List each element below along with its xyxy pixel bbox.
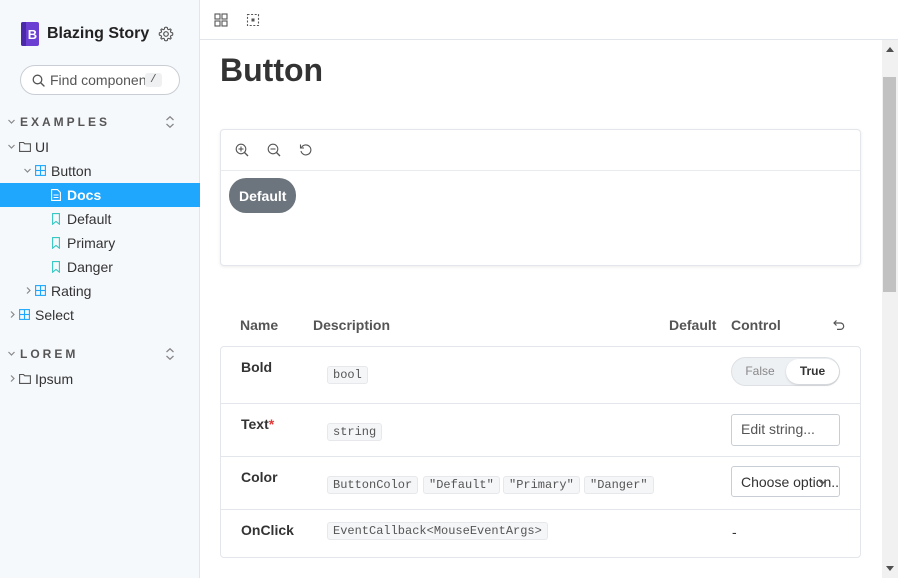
tree-item-button[interactable]: Button xyxy=(0,159,200,183)
search-icon xyxy=(32,74,45,87)
section-label: LOREM xyxy=(20,347,79,361)
prop-name: Color xyxy=(241,469,278,485)
col-header-default: Default xyxy=(669,317,717,333)
chevron-right-icon xyxy=(26,287,31,294)
tree-item-danger[interactable]: Danger xyxy=(0,255,200,279)
folder-icon xyxy=(19,141,31,152)
scroll-down-arrow-icon[interactable] xyxy=(886,566,894,572)
preview-toolbar xyxy=(221,130,860,171)
zoom-in-icon[interactable] xyxy=(235,143,249,157)
demo-button[interactable]: Default xyxy=(229,178,297,213)
chevron-down-icon xyxy=(24,168,31,173)
chevron-right-icon xyxy=(10,311,15,318)
brand[interactable]: B Blazing Story xyxy=(20,20,149,48)
tree-item-label: Docs xyxy=(67,187,102,203)
story-preview: Default xyxy=(220,129,861,266)
col-header-control: Control xyxy=(731,317,781,333)
svg-text:B: B xyxy=(28,27,37,42)
scrollbar-thumb[interactable] xyxy=(883,77,896,292)
section-lorem[interactable]: LOREM xyxy=(0,344,200,364)
prop-name: OnClick xyxy=(241,522,294,538)
tree-item-label: Default xyxy=(67,211,112,227)
sidebar: B Blazing Story / EXAMPLES UI Button Doc… xyxy=(0,0,200,578)
undo-icon[interactable] xyxy=(831,318,845,332)
gear-icon[interactable] xyxy=(158,26,174,42)
chevron-right-icon xyxy=(10,375,15,382)
table-row: OnClick EventCallback<MouseEventArgs> - xyxy=(221,510,860,557)
brand-name: Blazing Story xyxy=(47,25,150,42)
search-shortcut: / xyxy=(145,73,162,87)
bookmark-icon xyxy=(52,237,60,249)
type-badge: bool xyxy=(327,366,368,384)
col-header-name: Name xyxy=(240,317,279,333)
toggle-true-option[interactable]: True xyxy=(786,359,839,384)
tree-item-rating[interactable]: Rating xyxy=(0,279,200,303)
type-badge: string xyxy=(327,423,383,441)
tree-item-docs[interactable]: Docs xyxy=(0,183,200,207)
tree-item-label: Ipsum xyxy=(35,371,74,387)
outline-icon[interactable] xyxy=(245,12,261,28)
bookmark-icon xyxy=(52,213,60,225)
search-box[interactable]: / xyxy=(20,65,180,95)
docs-content: Button Default Name Description Default … xyxy=(200,40,882,578)
tree-item-label: Danger xyxy=(67,259,113,275)
tree-item-default[interactable]: Default xyxy=(0,207,200,231)
scroll-up-arrow-icon[interactable] xyxy=(886,46,894,52)
tree-item-label: Primary xyxy=(67,235,116,251)
chevron-down-icon xyxy=(8,144,15,149)
tree-item-label: Select xyxy=(35,307,74,323)
table-row: Text* string xyxy=(221,404,860,457)
tree-item-label: UI xyxy=(35,139,49,155)
component-icon xyxy=(35,165,46,176)
tree-item-label: Rating xyxy=(51,283,92,299)
section-label: EXAMPLES xyxy=(20,115,111,129)
table-row: Color ButtonColor "Default" "Primary" "D… xyxy=(221,457,860,510)
expand-collapse-icon[interactable] xyxy=(164,115,176,129)
grid-icon[interactable] xyxy=(213,12,229,28)
color-select[interactable]: Choose option... xyxy=(731,466,840,497)
chevron-down-icon xyxy=(818,479,827,485)
table-row: Bold bool False True xyxy=(221,347,860,404)
tree-item-ipsum[interactable]: Ipsum xyxy=(0,367,200,391)
string-input[interactable] xyxy=(731,414,840,446)
type-badge: "Danger" xyxy=(584,476,654,494)
page-title: Button xyxy=(220,52,324,88)
component-icon xyxy=(35,285,46,296)
tree-item-select[interactable]: Select xyxy=(0,303,200,327)
no-control: - xyxy=(732,524,737,540)
document-icon xyxy=(51,189,61,201)
reset-zoom-icon[interactable] xyxy=(299,143,313,157)
bookmark-icon xyxy=(52,261,60,273)
prop-name: Bold xyxy=(241,359,273,375)
chevron-down-icon xyxy=(8,119,15,124)
type-badge: ButtonColor xyxy=(327,476,419,494)
component-icon xyxy=(19,309,30,320)
toggle-false-option[interactable]: False xyxy=(732,358,788,385)
chevron-down-icon xyxy=(8,351,15,356)
tree-item-ui[interactable]: UI xyxy=(0,135,200,159)
section-examples[interactable]: EXAMPLES xyxy=(0,112,200,132)
logo-icon: B xyxy=(21,22,39,46)
col-header-description: Description xyxy=(313,317,391,333)
prop-name: Text* xyxy=(241,416,275,432)
search-input[interactable] xyxy=(50,72,145,88)
vertical-scrollbar[interactable] xyxy=(882,40,898,578)
type-badge: "Default" xyxy=(423,476,500,494)
tree-item-label: Button xyxy=(51,163,92,179)
bool-toggle[interactable]: False True xyxy=(731,357,840,386)
type-badge: "Primary" xyxy=(503,476,580,494)
type-badge: EventCallback<MouseEventArgs> xyxy=(327,522,548,540)
zoom-out-icon[interactable] xyxy=(267,143,281,157)
tree-item-primary[interactable]: Primary xyxy=(0,231,200,255)
props-table: Bold bool False True Text* string Color … xyxy=(220,346,861,558)
expand-collapse-icon[interactable] xyxy=(164,347,176,361)
toolbar xyxy=(200,0,898,40)
folder-icon xyxy=(19,373,31,384)
